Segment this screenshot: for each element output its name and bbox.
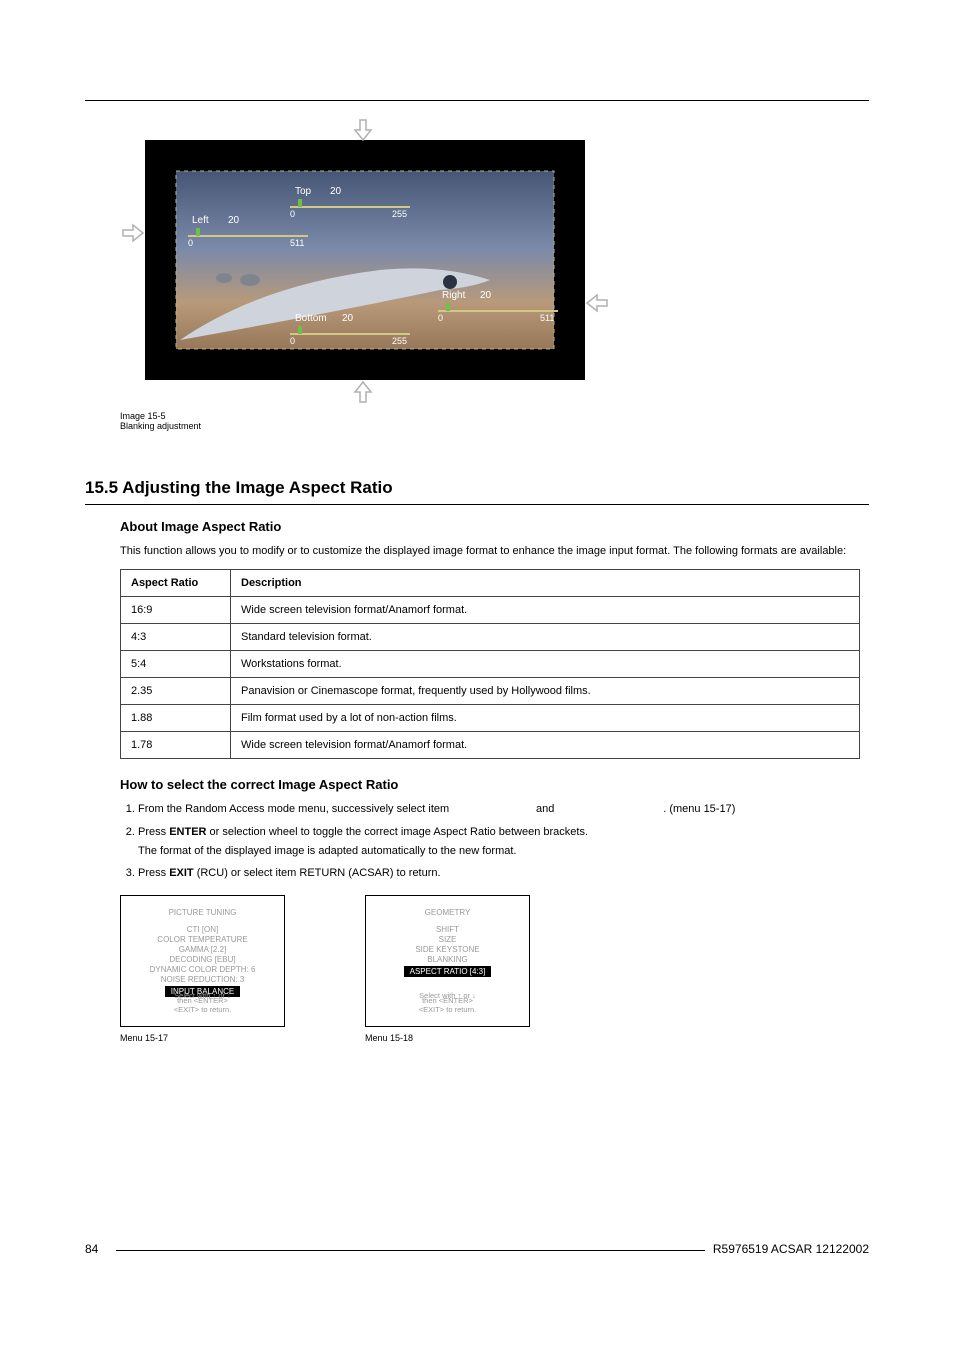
blanking-figure-svg: Top 20 0 255 Left 20 0 511 Bottom 20 0 2…: [120, 115, 610, 405]
max-bottom: 255: [392, 336, 407, 346]
table-row: 5:4 Workstations format.: [121, 650, 860, 677]
table-row: 4:3 Standard television format.: [121, 623, 860, 650]
value-bottom: 20: [342, 313, 354, 324]
step2-sub: The format of the displayed image is ada…: [138, 844, 869, 859]
table-row: 16:9 Wide screen television format/Anamo…: [121, 596, 860, 623]
cell-desc: Panavision or Cinemascope format, freque…: [231, 677, 860, 704]
menu18-item: SIZE: [374, 935, 521, 944]
label-left: Left: [192, 215, 209, 226]
zero-top: 0: [290, 209, 295, 219]
cell-ratio: 16:9: [121, 596, 231, 623]
cell-ratio: 1.78: [121, 731, 231, 758]
menu18-title: GEOMETRY: [374, 908, 521, 917]
label-right: Right: [442, 290, 466, 301]
menu18-item: SHIFT: [374, 925, 521, 934]
th-aspect-ratio: Aspect Ratio: [121, 569, 231, 596]
about-heading: About Image Aspect Ratio: [120, 519, 869, 534]
menu17-caption: Menu 15-17: [120, 1033, 285, 1043]
menu18-item: SIDE KEYSTONE: [374, 945, 521, 954]
page-number: 84: [85, 1242, 98, 1256]
menu17-item: COLOR TEMPERATURE: [129, 935, 276, 944]
menu18-item: BLANKING: [374, 955, 521, 964]
cell-desc: Film format used by a lot of non-action …: [231, 704, 860, 731]
steps-list: From the Random Access mode menu, succes…: [120, 802, 869, 881]
step-2: Press ENTER or selection wheel to toggle…: [138, 825, 869, 859]
cell-ratio: 2.35: [121, 677, 231, 704]
caption-line1: Image 15-5: [120, 411, 610, 421]
menu-diagrams-row: PICTURE TUNING CTI [ON] COLOR TEMPERATUR…: [120, 895, 869, 1043]
step3-a: Press: [138, 867, 169, 879]
about-paragraph: This function allows you to modify or to…: [120, 544, 869, 559]
table-row: 2.35 Panavision or Cinemascope format, f…: [121, 677, 860, 704]
max-left: 511: [290, 238, 304, 248]
max-right: 511: [540, 313, 554, 323]
howto-heading: How to select the correct Image Aspect R…: [120, 777, 869, 792]
step-1: From the Random Access mode menu, succes…: [138, 802, 869, 817]
step1-a: From the Random Access mode menu, succes…: [138, 803, 452, 815]
menu-15-18: GEOMETRY SHIFT SIZE SIDE KEYSTONE BLANKI…: [365, 895, 530, 1027]
label-top: Top: [295, 186, 312, 197]
figure-caption: Image 15-5 Blanking adjustment: [120, 411, 610, 432]
menu17-item: NOISE REDUCTION: 3: [129, 975, 276, 984]
menu18-caption: Menu 15-18: [365, 1033, 530, 1043]
label-bottom: Bottom: [295, 313, 327, 324]
section-aspect-ratio: 15.5 Adjusting the Image Aspect Ratio Ab…: [85, 478, 869, 1043]
menu17-item: DYNAMIC COLOR DEPTH: 6: [129, 965, 276, 974]
menu18-highlight: ASPECT RATIO [4:3]: [404, 966, 492, 977]
step2-b: or selection wheel to toggle the correct…: [206, 826, 588, 838]
step1-b: and: [536, 803, 557, 815]
step-3: Press EXIT (RCU) or select item RETURN (…: [138, 866, 869, 881]
page-footer: 84 R5976519 ACSAR 12122002: [85, 1242, 869, 1256]
section-rule: [85, 504, 869, 505]
cell-desc: Standard television format.: [231, 623, 860, 650]
menu17-item: DECODING [EBU]: [129, 955, 276, 964]
figure-blanking: Top 20 0 255 Left 20 0 511 Bottom 20 0 2…: [120, 115, 610, 432]
value-right: 20: [480, 290, 492, 301]
cell-desc: Wide screen television format/Anamorf fo…: [231, 596, 860, 623]
table-row: 1.78 Wide screen television format/Anamo…: [121, 731, 860, 758]
aspect-ratio-table: Aspect Ratio Description 16:9 Wide scree…: [120, 569, 860, 759]
menu17-title: PICTURE TUNING: [129, 908, 276, 917]
zero-right: 0: [438, 313, 443, 323]
section-title: 15.5 Adjusting the Image Aspect Ratio: [85, 478, 869, 498]
step2-a: Press: [138, 826, 169, 838]
cell-desc: Wide screen television format/Anamorf fo…: [231, 731, 860, 758]
menu-18-col: GEOMETRY SHIFT SIZE SIDE KEYSTONE BLANKI…: [365, 895, 530, 1043]
header-rule: [85, 100, 869, 101]
footer-rule: [116, 1250, 705, 1251]
value-left: 20: [228, 215, 240, 226]
step1-c: . (menu 15-17): [663, 803, 735, 815]
menu18-enter: then <ENTER> <EXIT> to return.: [366, 996, 529, 1014]
menu17-enter: then <ENTER> <EXIT> to return.: [121, 996, 284, 1014]
cell-ratio: 1.88: [121, 704, 231, 731]
cell-ratio: 5:4: [121, 650, 231, 677]
caption-line2: Blanking adjustment: [120, 421, 610, 431]
value-top: 20: [330, 186, 342, 197]
cell-ratio: 4:3: [121, 623, 231, 650]
doc-reference: R5976519 ACSAR 12122002: [713, 1242, 869, 1256]
menu17-item: CTI [ON]: [129, 925, 276, 934]
zero-bottom: 0: [290, 336, 295, 346]
th-description: Description: [231, 569, 860, 596]
step3-b: (RCU) or select item RETURN (ACSAR) to r…: [194, 867, 441, 879]
cell-desc: Workstations format.: [231, 650, 860, 677]
table-row: 1.88 Film format used by a lot of non-ac…: [121, 704, 860, 731]
menu-15-17: PICTURE TUNING CTI [ON] COLOR TEMPERATUR…: [120, 895, 285, 1027]
max-top: 255: [392, 209, 407, 219]
menu17-item: GAMMA [2.2]: [129, 945, 276, 954]
zero-left: 0: [188, 238, 193, 248]
step2-enter: ENTER: [169, 826, 206, 838]
menu-17-col: PICTURE TUNING CTI [ON] COLOR TEMPERATUR…: [120, 895, 285, 1043]
step3-exit: EXIT: [169, 867, 193, 879]
